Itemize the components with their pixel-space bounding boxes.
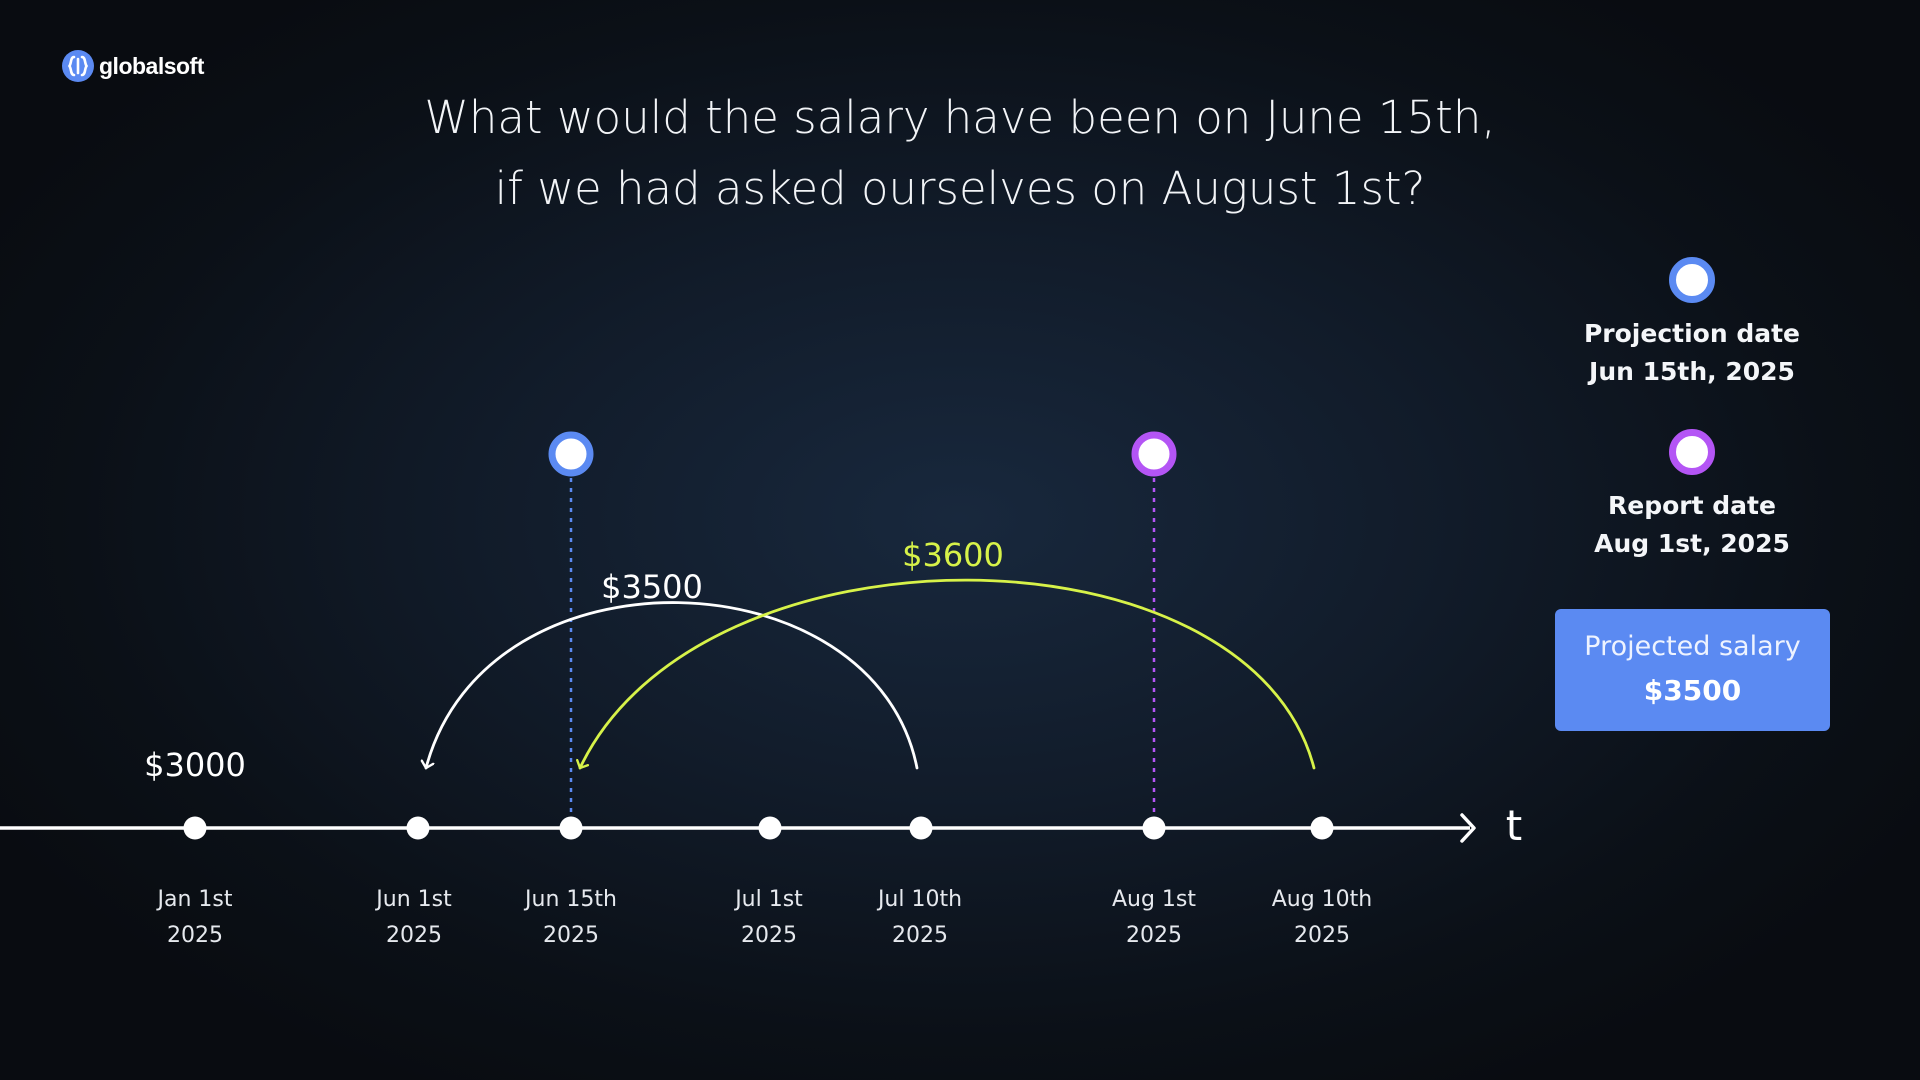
legend-report-date: Aug 1st, 2025 [1594,529,1790,558]
legend-report-title: Report date [1608,491,1776,520]
tick-dot-jul-1 [758,816,782,840]
tick-label-jul-10-line1: Jul 10th [876,887,962,912]
salary-values: $3000 [144,746,246,784]
tick-dot-jan-1 [183,816,207,840]
legend-projection-date: Jun 15th, 2025 [1589,357,1795,386]
tick-label-aug-10-line2: 2025 [1294,923,1350,948]
tick-label-jun-1-line2: 2025 [386,923,442,948]
tick-label-jul-1-line2: 2025 [741,923,797,948]
tick-label-jan-1-line2: 2025 [167,923,223,948]
projected-salary-box: Projected salary $3500 [1555,609,1830,731]
tick-label-jun-15-line1: Jun 15th [523,887,617,912]
tick-dot-jul-10 [909,816,933,840]
value-arcs: $3500 $3600 [426,536,1316,768]
jan-salary-label: $3000 [144,746,246,784]
tick-dot-jun-1 [406,816,430,840]
legend-projection-title: Projection date [1583,319,1801,348]
tick-label-jul-1-line1: Jul 1st [733,887,803,912]
tick-label-aug-10-line1: Aug 10th [1272,887,1373,912]
projection-date-marker-icon [1669,257,1715,303]
arc-jul10-jun1-value-label: $3500 [601,568,703,606]
tick-label-aug-1-line1: Aug 1st [1112,887,1196,912]
arc-jul10-jun1-curve [426,601,919,768]
tick-label-aug-1-line2: 2025 [1126,923,1182,948]
legend-report: Report date Aug 1st, 2025 [1542,429,1842,563]
tick-label-jul-10-line2: 2025 [892,923,948,948]
time-axis-label: t [1506,801,1522,850]
tick-dot-aug-1 [1142,816,1166,840]
projected-salary-label: Projected salary [1584,631,1801,662]
tick-label-jan-1-line1: Jan 1st [156,887,233,912]
legend-projection: Projection date Jun 15th, 2025 [1542,257,1842,391]
report-date-marker-icon [1669,429,1715,475]
projected-salary-value: $3500 [1643,674,1742,707]
tick-label-jun-15-line2: 2025 [543,923,599,948]
tick-dot-aug-10 [1310,816,1334,840]
timeline-markers [548,431,1177,477]
arc-aug10-jun15-value-label: $3600 [902,536,1004,574]
projection-date-marker-icon [548,431,594,477]
marker-guides [569,478,1156,828]
tick-label-jun-1-line1: Jun 1st [374,887,452,912]
timeline-ticks: Jan 1st 2025 Jun 1st 2025 Jun 15th 2025 Jul 1s… [156,816,1373,948]
report-date-marker-icon [1131,431,1177,477]
tick-dot-jun-15 [559,816,583,840]
arc-aug10-jun15-curve [580,578,1316,768]
